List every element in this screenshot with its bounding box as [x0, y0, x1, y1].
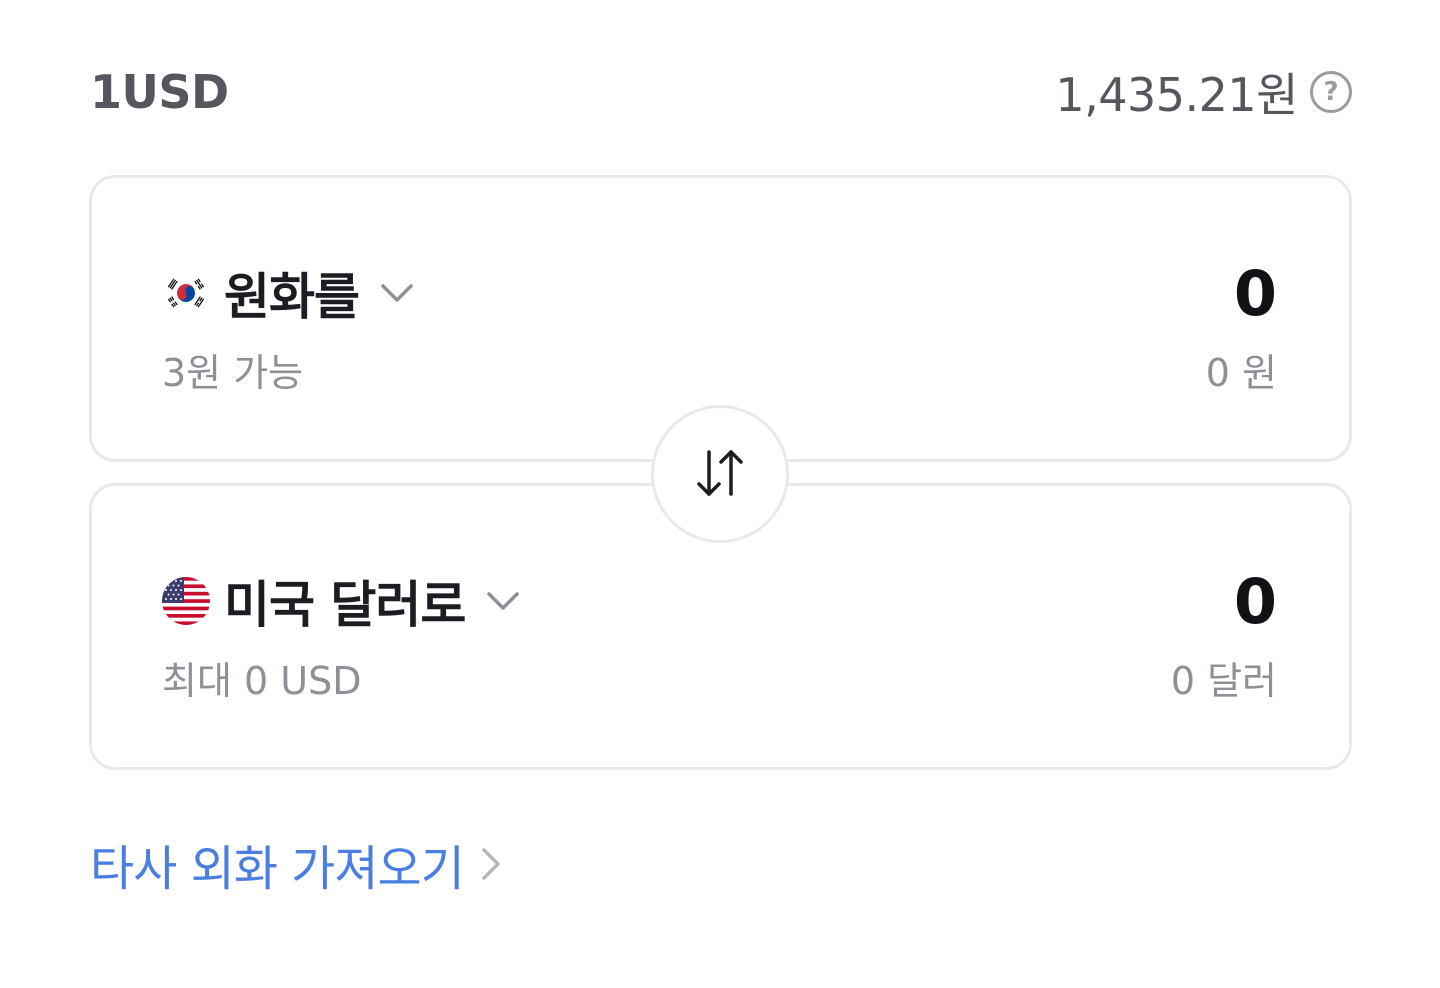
- base-unit-label: 1USD: [90, 65, 229, 119]
- exchange-rate-header: 1USD 1,435.21원 ?: [90, 58, 1352, 126]
- rate-info: 1,435.21원 ?: [1055, 59, 1352, 125]
- to-converted-amount: 0 달러: [1170, 658, 1277, 703]
- korea-flag-icon: [162, 269, 210, 317]
- from-amount-input[interactable]: 0: [1234, 257, 1277, 330]
- swap-vertical-icon: [697, 450, 743, 496]
- to-currency-selector[interactable]: 미국 달러로: [162, 565, 521, 637]
- from-currency-selector[interactable]: 원화를: [162, 257, 415, 329]
- from-sub-row: 3원 가능 0 원: [162, 346, 1277, 395]
- to-sub-row: 최대 0 USD 0 달러: [162, 654, 1277, 703]
- to-currency-row: 미국 달러로 0: [162, 565, 1277, 638]
- chevron-down-icon: [381, 284, 413, 302]
- us-flag-icon: [162, 577, 210, 625]
- from-currency-row: 원화를 0: [162, 257, 1277, 330]
- question-circle-icon[interactable]: ?: [1310, 71, 1352, 113]
- import-link-label: 타사 외화 가져오기: [90, 841, 465, 897]
- exchange-rate-value: 1,435.21원: [1055, 68, 1298, 122]
- to-amount-input[interactable]: 0: [1234, 565, 1277, 638]
- chevron-down-icon: [487, 592, 520, 610]
- available-balance: 3원 가능: [162, 350, 304, 395]
- from-currency-label: 원화를: [224, 268, 360, 326]
- chevron-right-icon: [482, 848, 500, 880]
- import-foreign-currency-link[interactable]: 타사 외화 가져오기: [90, 832, 506, 897]
- to-currency-label: 미국 달러로: [224, 576, 466, 634]
- from-converted-amount: 0 원: [1205, 350, 1277, 395]
- max-amount: 최대 0 USD: [162, 658, 362, 703]
- swap-button[interactable]: [651, 405, 789, 543]
